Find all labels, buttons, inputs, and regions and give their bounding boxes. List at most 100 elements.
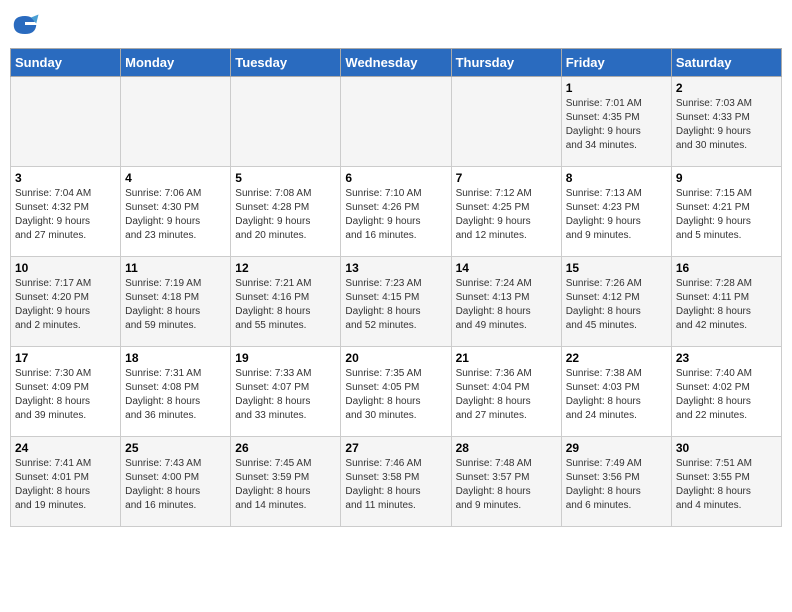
day-number: 1 (566, 81, 667, 95)
day-number: 30 (676, 441, 777, 455)
calendar-cell: 28Sunrise: 7:48 AM Sunset: 3:57 PM Dayli… (451, 437, 561, 527)
weekday-header-tuesday: Tuesday (231, 49, 341, 77)
day-number: 20 (345, 351, 446, 365)
calendar-cell: 23 Sunrise: 7:40 AM Sunset: 4:02 PM Dayli… (671, 347, 781, 437)
day-number: 15 (566, 261, 667, 275)
calendar-cell (341, 77, 451, 167)
day-info: Sunrise: 7:36 AM Sunset: 4:04 PM Dayligh… (456, 367, 557, 423)
calendar-cell: 16 Sunrise: 7:28 AM Sunset: 4:11 PM Dayli… (671, 257, 781, 347)
day-number: 13 (345, 261, 446, 275)
calendar-cell: 26 Sunrise: 7:45 AM Sunset: 3:59 PM Dayli… (231, 437, 341, 527)
calendar-cell: 3 Sunrise: 7:04 AM Sunset: 4:32 PM Daylig… (11, 167, 121, 257)
calendar-cell: 6 Sunrise: 7:10 AM Sunset: 4:26 PM Daylig… (341, 167, 451, 257)
calendar-cell: 27 Sunrise: 7:46 AM Sunset: 3:58 PM Dayli… (341, 437, 451, 527)
day-info: Sunrise: 7:51 AM Sunset: 3:55 PM Dayligh… (676, 457, 777, 513)
day-number: 10 (15, 261, 116, 275)
calendar-row: 24 Sunrise: 7:41 AM Sunset: 4:01 PM Dayli… (11, 437, 782, 527)
day-number: 19 (235, 351, 336, 365)
logo (10, 10, 44, 40)
day-info: Sunrise: 7:24 AM Sunset: 4:13 PM Dayligh… (456, 277, 557, 333)
logo-icon (10, 10, 40, 40)
day-info: Sunrise: 7:19 AM Sunset: 4:18 PM Dayligh… (125, 277, 226, 333)
day-number: 24 (15, 441, 116, 455)
day-number: 6 (345, 171, 446, 185)
day-number: 17 (15, 351, 116, 365)
day-info: Sunrise: 7:12 AM Sunset: 4:25 PM Dayligh… (456, 187, 557, 243)
weekday-header-monday: Monday (121, 49, 231, 77)
day-number: 23 (676, 351, 777, 365)
calendar-cell: 18 Sunrise: 7:31 AM Sunset: 4:08 PM Dayli… (121, 347, 231, 437)
calendar-row: 3 Sunrise: 7:04 AM Sunset: 4:32 PM Daylig… (11, 167, 782, 257)
calendar-body: 1 Sunrise: 7:01 AM Sunset: 4:35 PM Daylig… (11, 77, 782, 527)
calendar-cell: 20 Sunrise: 7:35 AM Sunset: 4:05 PM Dayli… (341, 347, 451, 437)
day-number: 29 (566, 441, 667, 455)
day-info: Sunrise: 7:45 AM Sunset: 3:59 PM Dayligh… (235, 457, 336, 513)
calendar-cell: 14 Sunrise: 7:24 AM Sunset: 4:13 PM Dayli… (451, 257, 561, 347)
day-info: Sunrise: 7:41 AM Sunset: 4:01 PM Dayligh… (15, 457, 116, 513)
day-info: Sunrise: 7:01 AM Sunset: 4:35 PM Dayligh… (566, 97, 667, 153)
day-info: Sunrise: 7:35 AM Sunset: 4:05 PM Dayligh… (345, 367, 446, 423)
calendar-cell: 30 Sunrise: 7:51 AM Sunset: 3:55 PM Dayli… (671, 437, 781, 527)
day-info: Sunrise: 7:28 AM Sunset: 4:11 PM Dayligh… (676, 277, 777, 333)
day-number: 12 (235, 261, 336, 275)
day-info: Sunrise: 7:46 AM Sunset: 3:58 PM Dayligh… (345, 457, 446, 513)
day-number: 16 (676, 261, 777, 275)
calendar-row: 10 Sunrise: 7:17 AM Sunset: 4:20 PM Dayli… (11, 257, 782, 347)
day-info: Sunrise: 7:31 AM Sunset: 4:08 PM Dayligh… (125, 367, 226, 423)
weekday-header-thursday: Thursday (451, 49, 561, 77)
calendar-cell (231, 77, 341, 167)
day-info: Sunrise: 7:33 AM Sunset: 4:07 PM Dayligh… (235, 367, 336, 423)
day-number: 18 (125, 351, 226, 365)
weekday-header-saturday: Saturday (671, 49, 781, 77)
day-number: 21 (456, 351, 557, 365)
day-number: 28 (456, 441, 557, 455)
calendar-cell (121, 77, 231, 167)
calendar-cell: 7 Sunrise: 7:12 AM Sunset: 4:25 PM Daylig… (451, 167, 561, 257)
calendar-cell: 5Sunrise: 7:08 AM Sunset: 4:28 PM Daylig… (231, 167, 341, 257)
calendar-header: SundayMondayTuesdayWednesdayThursdayFrid… (11, 49, 782, 77)
header (10, 10, 782, 40)
calendar-cell: 19 Sunrise: 7:33 AM Sunset: 4:07 PM Dayli… (231, 347, 341, 437)
calendar-cell: 15 Sunrise: 7:26 AM Sunset: 4:12 PM Dayli… (561, 257, 671, 347)
day-info: Sunrise: 7:17 AM Sunset: 4:20 PM Dayligh… (15, 277, 116, 333)
calendar-row: 1 Sunrise: 7:01 AM Sunset: 4:35 PM Daylig… (11, 77, 782, 167)
day-number: 27 (345, 441, 446, 455)
calendar-cell: 11Sunrise: 7:19 AM Sunset: 4:18 PM Dayli… (121, 257, 231, 347)
day-info: Sunrise: 7:13 AM Sunset: 4:23 PM Dayligh… (566, 187, 667, 243)
day-number: 2 (676, 81, 777, 95)
day-number: 9 (676, 171, 777, 185)
day-info: Sunrise: 7:43 AM Sunset: 4:00 PM Dayligh… (125, 457, 226, 513)
day-info: Sunrise: 7:40 AM Sunset: 4:02 PM Dayligh… (676, 367, 777, 423)
calendar-cell (451, 77, 561, 167)
calendar-cell: 1 Sunrise: 7:01 AM Sunset: 4:35 PM Daylig… (561, 77, 671, 167)
day-info: Sunrise: 7:04 AM Sunset: 4:32 PM Dayligh… (15, 187, 116, 243)
day-info: Sunrise: 7:03 AM Sunset: 4:33 PM Dayligh… (676, 97, 777, 153)
calendar-cell: 22 Sunrise: 7:38 AM Sunset: 4:03 PM Dayli… (561, 347, 671, 437)
day-info: Sunrise: 7:23 AM Sunset: 4:15 PM Dayligh… (345, 277, 446, 333)
day-number: 22 (566, 351, 667, 365)
day-number: 7 (456, 171, 557, 185)
weekday-header-sunday: Sunday (11, 49, 121, 77)
weekday-header-wednesday: Wednesday (341, 49, 451, 77)
day-info: Sunrise: 7:15 AM Sunset: 4:21 PM Dayligh… (676, 187, 777, 243)
day-number: 26 (235, 441, 336, 455)
calendar-table: SundayMondayTuesdayWednesdayThursdayFrid… (10, 48, 782, 527)
day-info: Sunrise: 7:38 AM Sunset: 4:03 PM Dayligh… (566, 367, 667, 423)
calendar-cell: 8 Sunrise: 7:13 AM Sunset: 4:23 PM Daylig… (561, 167, 671, 257)
calendar-cell: 12Sunrise: 7:21 AM Sunset: 4:16 PM Dayli… (231, 257, 341, 347)
day-number: 3 (15, 171, 116, 185)
day-info: Sunrise: 7:06 AM Sunset: 4:30 PM Dayligh… (125, 187, 226, 243)
day-info: Sunrise: 7:49 AM Sunset: 3:56 PM Dayligh… (566, 457, 667, 513)
calendar-cell: 13 Sunrise: 7:23 AM Sunset: 4:15 PM Dayli… (341, 257, 451, 347)
day-number: 25 (125, 441, 226, 455)
calendar-cell: 24 Sunrise: 7:41 AM Sunset: 4:01 PM Dayli… (11, 437, 121, 527)
day-info: Sunrise: 7:10 AM Sunset: 4:26 PM Dayligh… (345, 187, 446, 243)
calendar-cell: 10 Sunrise: 7:17 AM Sunset: 4:20 PM Dayli… (11, 257, 121, 347)
day-number: 8 (566, 171, 667, 185)
calendar-cell: 21 Sunrise: 7:36 AM Sunset: 4:04 PM Dayli… (451, 347, 561, 437)
day-info: Sunrise: 7:08 AM Sunset: 4:28 PM Dayligh… (235, 187, 336, 243)
day-info: Sunrise: 7:26 AM Sunset: 4:12 PM Dayligh… (566, 277, 667, 333)
day-number: 14 (456, 261, 557, 275)
calendar-cell: 25 Sunrise: 7:43 AM Sunset: 4:00 PM Dayli… (121, 437, 231, 527)
calendar-cell: 4Sunrise: 7:06 AM Sunset: 4:30 PM Daylig… (121, 167, 231, 257)
